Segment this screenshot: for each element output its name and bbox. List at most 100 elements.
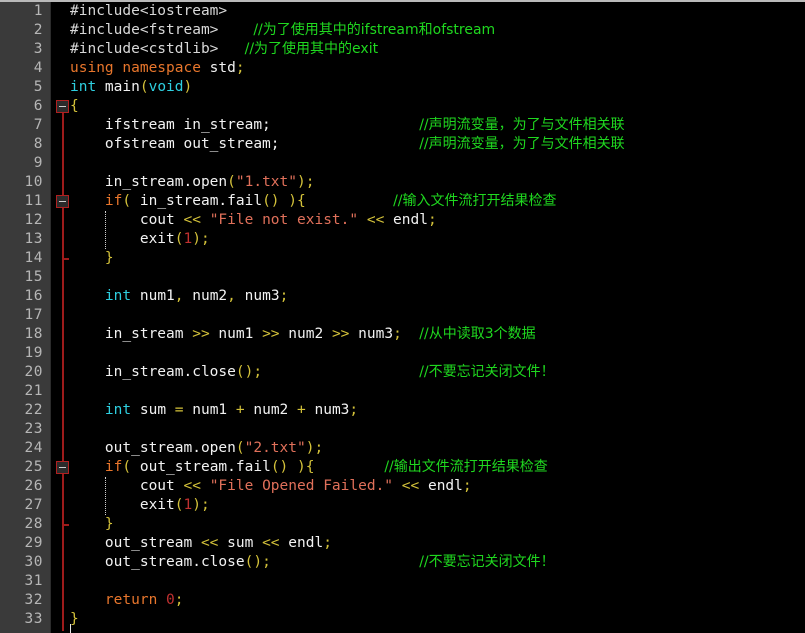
token-pre: #include<iostream> <box>70 3 228 19</box>
line-number: 21 <box>24 383 43 399</box>
token-cmt: //不要忘记关闭文件！ <box>419 554 555 570</box>
token-id: endl <box>419 478 463 494</box>
token-op: << <box>262 535 280 551</box>
token-punc: ( <box>227 174 236 190</box>
indent-guide <box>104 211 107 249</box>
fold-column[interactable] <box>51 2 70 633</box>
line-number: 26 <box>24 478 43 494</box>
token-id <box>358 212 367 228</box>
code-line[interactable]: int num1, num2, num3; <box>70 287 288 306</box>
code-line[interactable]: } <box>70 610 79 629</box>
code-line[interactable]: in_stream.close(); //不要忘记关闭文件！ <box>70 363 555 382</box>
code-line[interactable]: int sum = num1 + num2 + num3; <box>70 401 358 420</box>
token-punc: ; <box>200 231 210 247</box>
token-id: num3 <box>235 288 280 304</box>
code-line[interactable]: if( in_stream.fail() ){ //输入文件流打开结果检查 <box>70 192 557 211</box>
token-cmt: //输入文件流打开结果检查 <box>393 193 557 209</box>
token-type: int <box>104 288 132 304</box>
token-kw: return <box>104 592 158 608</box>
code-line[interactable]: if( out_stream.fail() ){ //输出文件流打开结果检查 <box>70 458 548 477</box>
token-id: in_stream.close <box>70 364 236 380</box>
line-number: 11 <box>24 193 43 209</box>
line-number: 8 <box>33 136 43 152</box>
token-id: num2 <box>244 402 298 418</box>
token-kw: if <box>104 459 123 475</box>
line-number: 20 <box>24 364 43 380</box>
line-number: 18 <box>24 326 43 342</box>
code-line[interactable]: exit(1); <box>70 496 210 515</box>
token-op: + <box>297 402 306 418</box>
fold-toggle-expanded[interactable] <box>56 195 69 208</box>
token-id <box>393 478 402 494</box>
token-id <box>70 459 105 475</box>
token-cmt: //不要忘记关闭文件！ <box>419 364 555 380</box>
token-punc: ; <box>314 440 324 456</box>
code-line[interactable]: ofstream out_stream; //声明流变量，为了与文件相关联 <box>70 135 625 154</box>
token-op: = <box>174 402 184 418</box>
token-id <box>70 592 105 608</box>
token-pre: #include<cstdlib> <box>70 41 219 57</box>
token-op: << <box>200 535 219 551</box>
code-line[interactable]: out_stream.close(); //不要忘记关闭文件！ <box>70 553 555 572</box>
line-number: 32 <box>24 592 43 608</box>
token-punc: ; <box>262 554 271 570</box>
code-line[interactable]: #include<iostream> <box>70 2 227 21</box>
code-line[interactable]: #include<cstdlib> //为了使用其中的exit <box>70 40 378 59</box>
token-punc: , <box>174 288 184 304</box>
token-id <box>280 193 289 209</box>
code-line[interactable]: ifstream in_stream; //声明流变量，为了与文件相关联 <box>70 116 625 135</box>
token-punc: ) <box>288 193 298 209</box>
code-editor[interactable]: 1 2 3 4 5 6 7 8 9 10 11 12 13 14 15 16 17 18 19 20 21 22 23 24 2… <box>0 0 805 633</box>
code-line[interactable]: cout << "File not exist." << endl; <box>70 211 437 230</box>
code-line[interactable]: int main(void) <box>70 78 192 97</box>
token-id <box>306 193 393 209</box>
fold-toggle-expanded[interactable] <box>56 461 69 474</box>
line-number-gutter[interactable]: 1 2 3 4 5 6 7 8 9 10 11 12 13 14 15 16 17 18 19 20 21 22 23 24 2… <box>0 2 51 633</box>
line-number: 33 <box>24 611 43 627</box>
code-line[interactable]: in_stream >> num1 >> num2 >> num3; //从中读… <box>70 325 536 344</box>
token-str: "2.txt" <box>244 440 306 456</box>
line-number: 6 <box>33 98 43 114</box>
token-id <box>70 516 105 532</box>
token-op: >> <box>192 326 210 342</box>
code-line[interactable]: exit(1); <box>70 230 210 249</box>
code-line[interactable]: { <box>70 97 79 116</box>
token-punc: } <box>70 611 79 627</box>
code-line[interactable]: } <box>70 249 114 268</box>
line-number: 19 <box>24 345 43 361</box>
token-punc: ; <box>200 497 210 513</box>
code-line[interactable]: return 0; <box>70 591 184 610</box>
code-line[interactable]: in_stream.open("1.txt"); <box>70 173 315 192</box>
fold-end-marker <box>62 524 69 526</box>
token-punc: ( <box>122 459 132 475</box>
code-line[interactable]: out_stream.open("2.txt"); <box>70 439 323 458</box>
token-type: int <box>70 79 97 95</box>
token-id: endl <box>384 212 428 228</box>
token-cmt: //声明流变量，为了与文件相关联 <box>419 136 625 152</box>
line-number: 25 <box>24 459 43 475</box>
token-id: in_stream <box>70 326 193 342</box>
code-line[interactable]: using namespace std; <box>70 59 245 78</box>
code-line[interactable]: out_stream << sum << endl; <box>70 534 332 553</box>
token-punc: } <box>104 250 114 266</box>
code-line[interactable]: cout << "File Opened Failed." << endl; <box>70 477 472 496</box>
fold-toggle-expanded[interactable] <box>56 100 69 113</box>
token-punc: ; <box>279 288 289 304</box>
token-op: << <box>366 212 385 228</box>
token-id: out_stream.close <box>70 554 245 570</box>
text-caret <box>70 624 71 633</box>
token-punc: , <box>227 288 236 304</box>
token-id: sum <box>131 402 175 418</box>
token-op: << <box>183 212 201 228</box>
token-id <box>314 459 384 475</box>
token-id: num1 <box>183 402 236 418</box>
indent-guide <box>104 477 107 515</box>
token-id: main <box>96 79 140 95</box>
token-punc: { <box>70 98 79 114</box>
token-punc: ; <box>305 174 315 190</box>
code-area[interactable]: #include<iostream> #include<fstream> //为了… <box>70 2 805 633</box>
token-id <box>280 136 420 152</box>
code-line[interactable]: } <box>70 515 114 534</box>
token-num: 1 <box>183 231 193 247</box>
code-line[interactable]: #include<fstream> //为了使用其中的ifstream和ofst… <box>70 21 495 40</box>
